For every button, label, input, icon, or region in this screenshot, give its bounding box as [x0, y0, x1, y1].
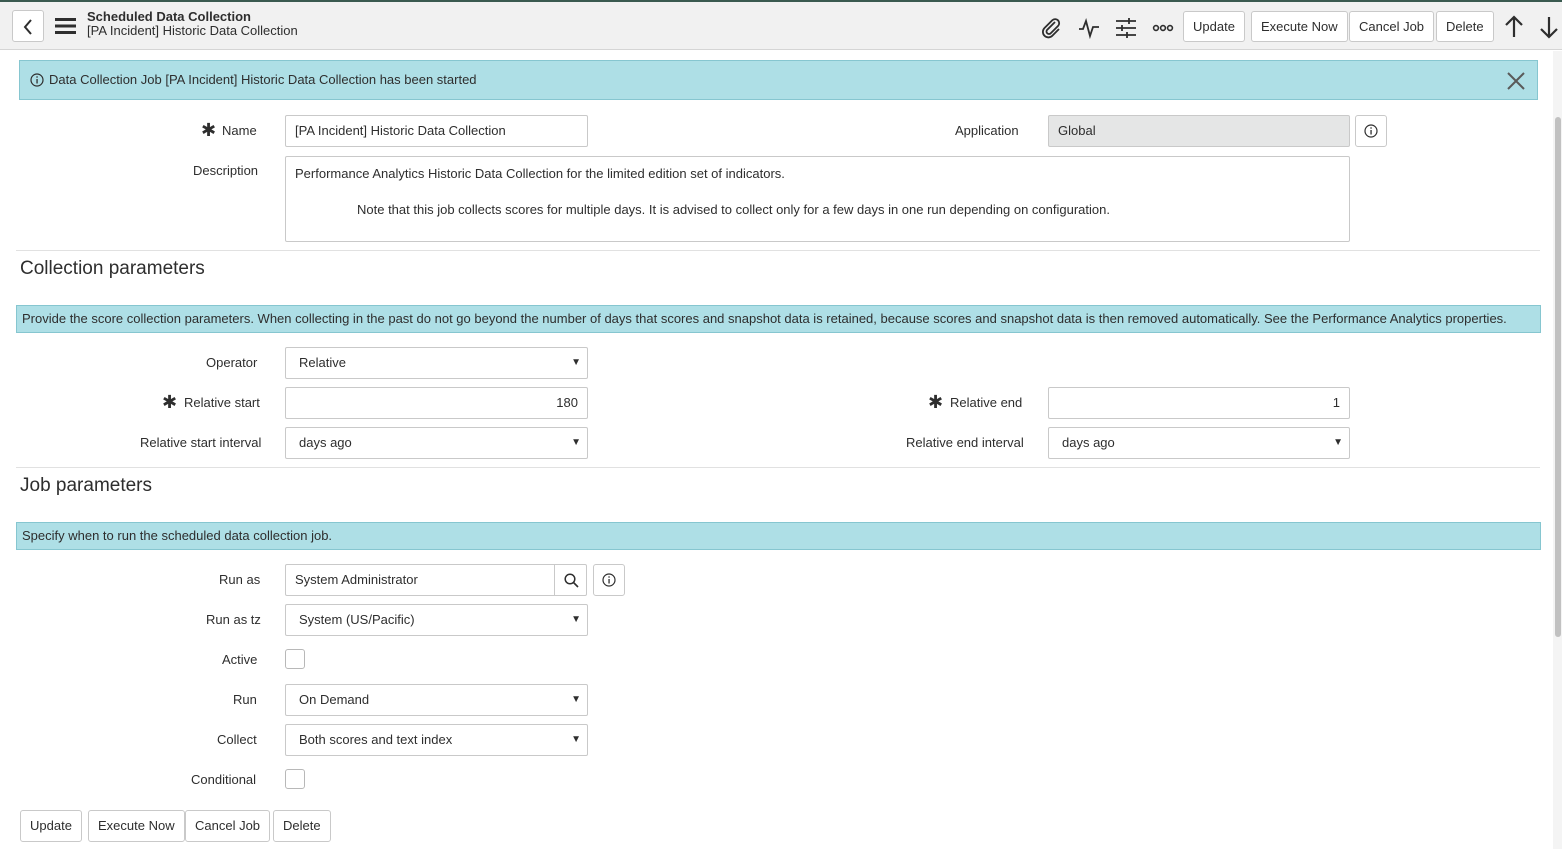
form-subtitle: [PA Incident] Historic Data Collection — [87, 23, 298, 38]
form-title: Scheduled Data Collection — [87, 9, 251, 24]
description-line-1: Performance Analytics Historic Data Coll… — [295, 166, 785, 181]
scrollbar[interactable] — [1553, 51, 1562, 849]
run-as-tz-label: Run as tz — [206, 612, 261, 627]
run-label: Run — [233, 692, 257, 707]
scrollbar-thumb[interactable] — [1555, 117, 1561, 637]
banner-message: Data Collection Job [PA Incident] Histor… — [49, 72, 477, 87]
run-as-field[interactable]: System Administrator — [285, 564, 555, 596]
divider — [16, 250, 1540, 251]
header-update-button[interactable]: Update — [1183, 11, 1245, 42]
dropdown-arrow-icon: ▼ — [571, 437, 581, 448]
divider — [16, 467, 1540, 468]
execute-now-button[interactable]: Execute Now — [88, 810, 185, 842]
required-icon: ✱ — [928, 392, 944, 412]
activity-icon[interactable] — [1078, 17, 1100, 40]
active-label: Active — [222, 652, 258, 667]
info-icon — [602, 573, 616, 587]
header-cancel-job-button[interactable]: Cancel Job — [1349, 11, 1435, 42]
operator-value: Relative — [299, 355, 346, 370]
header-execute-now-button[interactable]: Execute Now — [1251, 11, 1348, 42]
conditional-label: Conditional — [191, 772, 257, 787]
more-icon[interactable] — [1152, 17, 1174, 39]
chevron-left-icon — [23, 19, 32, 35]
info-icon — [1364, 124, 1378, 138]
required-icon: ✱ — [162, 392, 178, 412]
name-label: Name — [222, 123, 257, 138]
dropdown-arrow-icon: ▼ — [1333, 437, 1343, 448]
relative-start-field[interactable]: 180 — [285, 387, 588, 419]
collect-value: Both scores and text index — [299, 732, 453, 747]
arrow-down-icon[interactable] — [1538, 15, 1560, 39]
dropdown-arrow-icon: ▼ — [571, 734, 581, 745]
menu-icon[interactable] — [55, 17, 77, 38]
collect-label: Collect — [217, 732, 257, 747]
description-label: Description — [193, 163, 259, 178]
run-as-lookup-button[interactable] — [554, 564, 587, 596]
back-button[interactable] — [12, 10, 44, 42]
relative-end-interval-select[interactable]: days ago ▼ — [1048, 427, 1350, 459]
info-icon — [30, 73, 44, 90]
search-icon — [564, 573, 579, 588]
application-label: Application — [955, 123, 1019, 138]
delete-button[interactable]: Delete — [273, 810, 331, 842]
active-checkbox[interactable] — [285, 649, 305, 669]
relative-end-field[interactable]: 1 — [1048, 387, 1350, 419]
relative-start-interval-select[interactable]: days ago ▼ — [285, 427, 588, 459]
name-field[interactable]: [PA Incident] Historic Data Collection — [285, 115, 588, 147]
application-info-button[interactable] — [1355, 115, 1387, 147]
dropdown-arrow-icon: ▼ — [571, 694, 581, 705]
description-line-2: Note that this job collects scores for m… — [357, 202, 1110, 217]
sliders-icon[interactable] — [1115, 17, 1137, 39]
run-select[interactable]: On Demand ▼ — [285, 684, 588, 716]
collection-hint: Provide the score collection parameters.… — [16, 305, 1541, 333]
run-as-tz-select[interactable]: System (US/Pacific) ▼ — [285, 604, 588, 636]
info-banner: Data Collection Job [PA Incident] Histor… — [19, 60, 1538, 100]
relative-start-interval-value: days ago — [299, 435, 352, 450]
update-button[interactable]: Update — [20, 810, 82, 842]
relative-start-label: Relative start — [184, 395, 260, 410]
job-hint: Specify when to run the scheduled data c… — [16, 522, 1541, 550]
required-icon: ✱ — [201, 120, 217, 140]
run-as-info-button[interactable] — [593, 564, 625, 596]
collect-select[interactable]: Both scores and text index ▼ — [285, 724, 588, 756]
dropdown-arrow-icon: ▼ — [571, 614, 581, 625]
collection-section-title: Collection parameters — [20, 258, 205, 279]
operator-label: Operator — [206, 355, 258, 370]
cancel-job-button[interactable]: Cancel Job — [185, 810, 271, 842]
description-field[interactable]: Performance Analytics Historic Data Coll… — [285, 156, 1350, 242]
arrow-up-icon[interactable] — [1503, 15, 1525, 39]
dropdown-arrow-icon: ▼ — [571, 357, 581, 368]
relative-end-label: Relative end — [950, 395, 1023, 410]
relative-start-interval-label: Relative start interval — [140, 435, 262, 450]
close-icon[interactable] — [1507, 72, 1525, 93]
header-delete-button[interactable]: Delete — [1436, 11, 1494, 42]
form-title-block: Scheduled Data Collection [PA Incident] … — [87, 10, 298, 38]
application-field: Global — [1048, 115, 1350, 147]
run-value: On Demand — [299, 692, 370, 707]
relative-end-interval-label: Relative end interval — [906, 435, 1024, 450]
run-as-label: Run as — [219, 572, 261, 587]
run-as-tz-value: System (US/Pacific) — [299, 612, 415, 627]
operator-select[interactable]: Relative ▼ — [285, 347, 588, 379]
job-section-title: Job parameters — [20, 475, 153, 496]
conditional-checkbox[interactable] — [285, 769, 305, 789]
relative-end-interval-value: days ago — [1062, 435, 1115, 450]
paperclip-icon[interactable] — [1040, 17, 1062, 39]
form-header: Scheduled Data Collection [PA Incident] … — [0, 0, 1562, 50]
